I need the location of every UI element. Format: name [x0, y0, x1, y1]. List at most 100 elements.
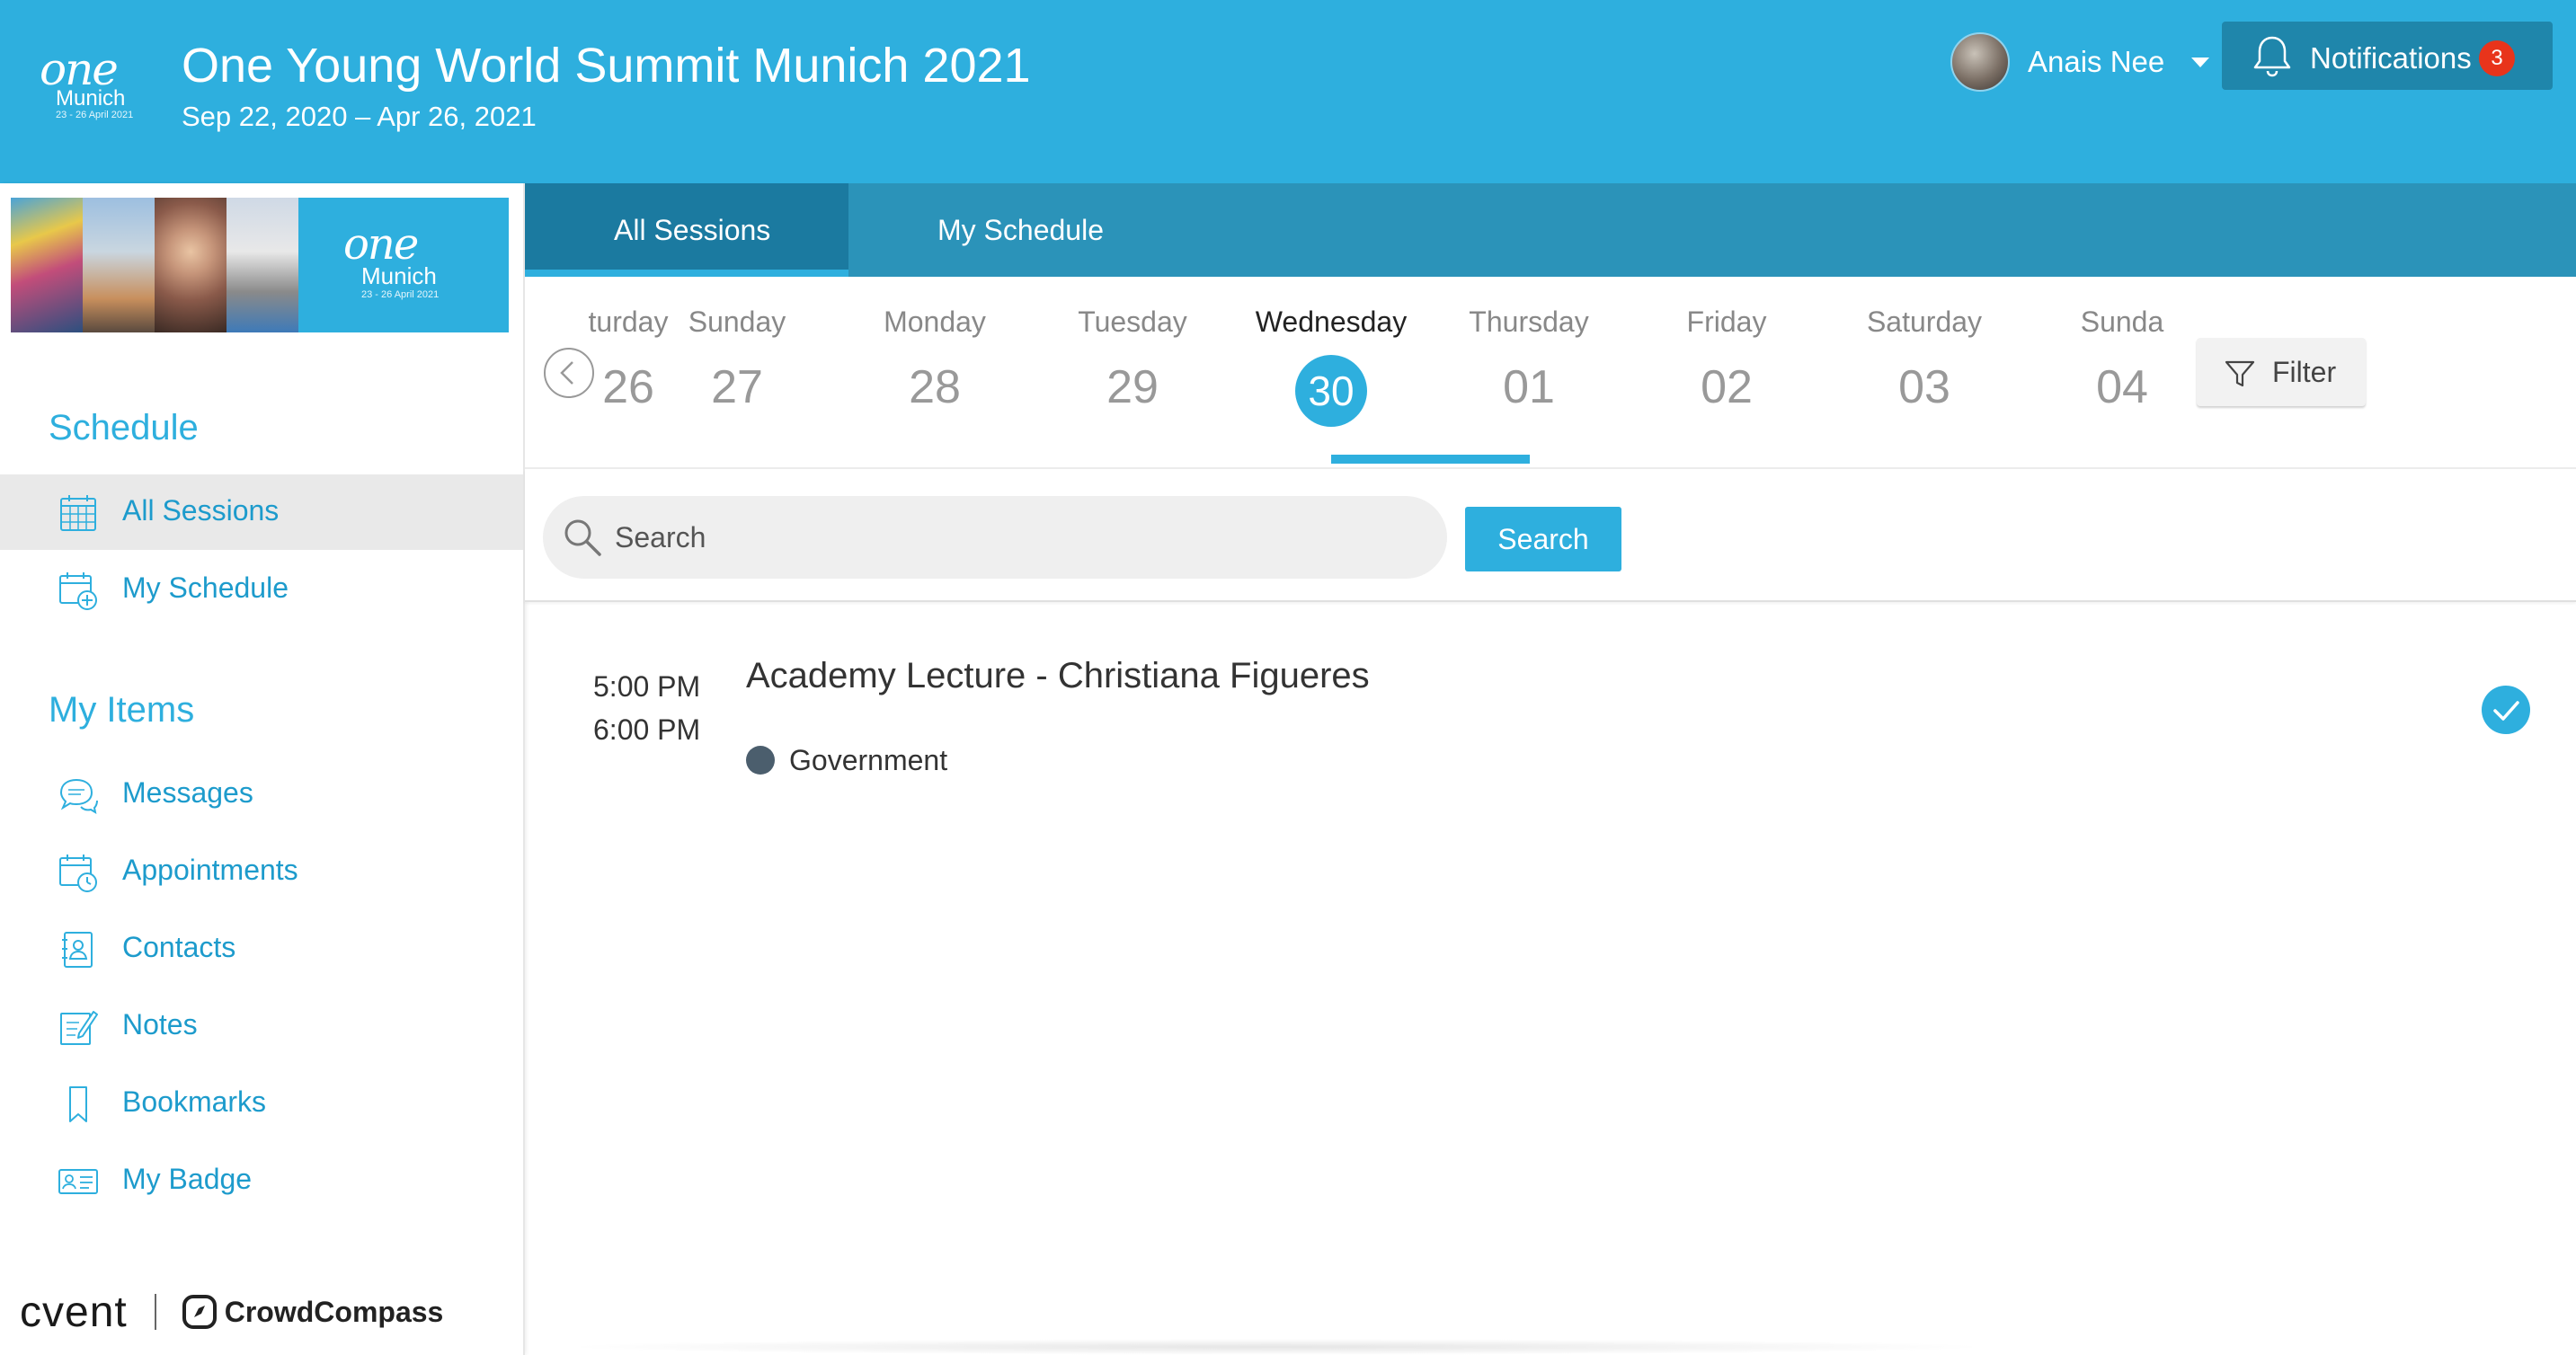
day-name: Sunday [688, 306, 786, 338]
day-sunday-04[interactable]: Sunda 04 [2023, 306, 2221, 440]
session-title[interactable]: Academy Lecture - Christiana Figueres [746, 656, 1370, 696]
cvent-logo[interactable]: cvent [20, 1288, 128, 1337]
date-picker-bar: turday 26 Sunday 27 Monday 28 Tuesday 29… [525, 277, 2576, 469]
day-name: Sunda [2080, 306, 2164, 338]
tab-label: My Schedule [937, 214, 1104, 246]
sidebar-item-label: My Schedule [122, 571, 289, 604]
sidebar-item-label: Appointments [122, 854, 298, 886]
my-items-section-title: My Items [49, 690, 195, 730]
search-button[interactable]: Search [1465, 507, 1621, 571]
schedule-section-title: Schedule [49, 408, 199, 447]
tab-all-sessions[interactable]: All Sessions [525, 183, 848, 277]
day-name: Monday [884, 306, 986, 338]
user-name[interactable]: Anais Nee [2028, 45, 2164, 79]
banner-logo-word: one [343, 219, 419, 270]
notifications-label: Notifications [2310, 41, 2472, 75]
search-input[interactable] [615, 512, 1424, 562]
logo-dates: 23 - 26 April 2021 [56, 110, 134, 120]
calendar-add-icon [59, 572, 97, 610]
day-sunday-27[interactable]: Sunday 27 [638, 306, 836, 440]
session-list-item[interactable]: 5:00 PM 6:00 PM Academy Lecture - Christ… [525, 602, 2576, 818]
sidebar-item-label: My Badge [122, 1163, 253, 1195]
sidebar-item-notes[interactable]: Notes [0, 988, 523, 1064]
sidebar-item-label: Contacts [122, 931, 236, 963]
session-end-time: 6:00 PM [593, 713, 701, 746]
tab-label: All Sessions [614, 214, 771, 246]
sidebar-item-contacts[interactable]: Contacts [0, 911, 523, 987]
view-tabs: All Sessions My Schedule [525, 183, 2576, 277]
chat-bubbles-icon [59, 778, 98, 815]
added-checkmark-icon[interactable] [2481, 685, 2531, 735]
track-color-dot [746, 746, 775, 775]
scroll-shadow [557, 1339, 1995, 1355]
logo-city: Munich [56, 86, 126, 111]
day-name: Tuesday [1078, 306, 1187, 338]
banner-photo-building [227, 198, 298, 332]
footer-logos: cvent CrowdCompass [20, 1285, 443, 1339]
day-name: Saturday [1866, 306, 1983, 338]
avatar[interactable] [1950, 32, 2010, 92]
logo-divider [154, 1294, 156, 1330]
event-logo[interactable]: one Munich 23 - 26 April 2021 [40, 47, 146, 124]
sidebar-item-bookmarks[interactable]: Bookmarks [0, 1066, 523, 1141]
user-menu[interactable]: Anais Nee [1950, 32, 2210, 92]
event-banner: one Munich 23 - 26 April 2021 [11, 198, 509, 332]
day-monday-28[interactable]: Monday 28 [836, 306, 1034, 440]
app-header: one Munich 23 - 26 April 2021 One Young … [0, 0, 2576, 183]
filter-funnel-icon [2225, 360, 2255, 387]
session-track: Government [789, 744, 948, 776]
crowdcompass-logo[interactable]: CrowdCompass [225, 1296, 444, 1329]
day-number: 01 [1503, 361, 1555, 413]
event-dates: Sep 22, 2020 – Apr 26, 2021 [182, 101, 537, 132]
sidebar-item-label: Notes [122, 1008, 198, 1041]
search-icon [564, 519, 601, 556]
day-number: 04 [2096, 361, 2148, 413]
day-friday-02[interactable]: Friday 02 [1628, 306, 1825, 440]
bell-icon [2253, 36, 2291, 77]
day-thursday-01[interactable]: Thursday 01 [1430, 306, 1628, 440]
filter-label: Filter [2272, 356, 2337, 388]
day-tuesday-29[interactable]: Tuesday 29 [1034, 306, 1231, 440]
tab-my-schedule[interactable]: My Schedule [848, 183, 1190, 277]
search-bar: Search [525, 469, 2576, 602]
sidebar-item-label: Bookmarks [122, 1085, 267, 1118]
day-saturday-03[interactable]: Saturday 03 [1825, 306, 2023, 440]
filter-button[interactable]: Filter [2197, 338, 2366, 406]
banner-logo: one Munich 23 - 26 April 2021 [298, 198, 509, 332]
day-number: 29 [1106, 361, 1159, 413]
banner-photo-crowd [11, 198, 83, 332]
notifications-count-badge: 3 [2479, 40, 2515, 76]
event-title: One Young World Summit Munich 2021 [182, 39, 1031, 93]
id-badge-icon [58, 1169, 98, 1194]
day-name: Wednesday [1255, 306, 1408, 338]
banner-logo-dates: 23 - 26 April 2021 [361, 289, 440, 300]
day-number: 28 [909, 361, 961, 413]
sidebar-item-label: All Sessions [122, 494, 280, 527]
logo-word: one [40, 43, 119, 95]
day-wednesday-30[interactable]: Wednesday 30 [1232, 306, 1430, 440]
chevron-down-icon[interactable] [2191, 57, 2210, 67]
calendar-grid-icon [60, 495, 96, 531]
sidebar-item-label: Messages [122, 776, 253, 809]
sidebar: one Munich 23 - 26 April 2021 Schedule A… [0, 183, 525, 1355]
sidebar-item-my-schedule[interactable]: My Schedule [0, 552, 523, 627]
day-name: Friday [1686, 306, 1767, 338]
sidebar-item-my-badge[interactable]: My Badge [0, 1143, 523, 1218]
day-number: 03 [1898, 361, 1950, 413]
sidebar-item-appointments[interactable]: Appointments [0, 834, 523, 909]
selected-day-indicator [1331, 455, 1530, 464]
day-number-selected: 30 [1295, 355, 1367, 427]
banner-photo-tower [83, 198, 155, 332]
crowdcompass-icon [182, 1295, 217, 1329]
day-number: 27 [711, 361, 763, 413]
day-number: 02 [1701, 361, 1753, 413]
notifications-button[interactable]: Notifications 3 [2222, 22, 2553, 90]
banner-photo-portrait [155, 198, 227, 332]
session-start-time: 5:00 PM [593, 670, 701, 703]
sidebar-item-messages[interactable]: Messages [0, 757, 523, 832]
search-field[interactable] [543, 496, 1447, 579]
calendar-clock-icon [59, 855, 97, 892]
sidebar-item-all-sessions[interactable]: All Sessions [0, 474, 523, 550]
bookmark-icon [69, 1086, 87, 1122]
banner-logo-city: Munich [361, 262, 437, 289]
